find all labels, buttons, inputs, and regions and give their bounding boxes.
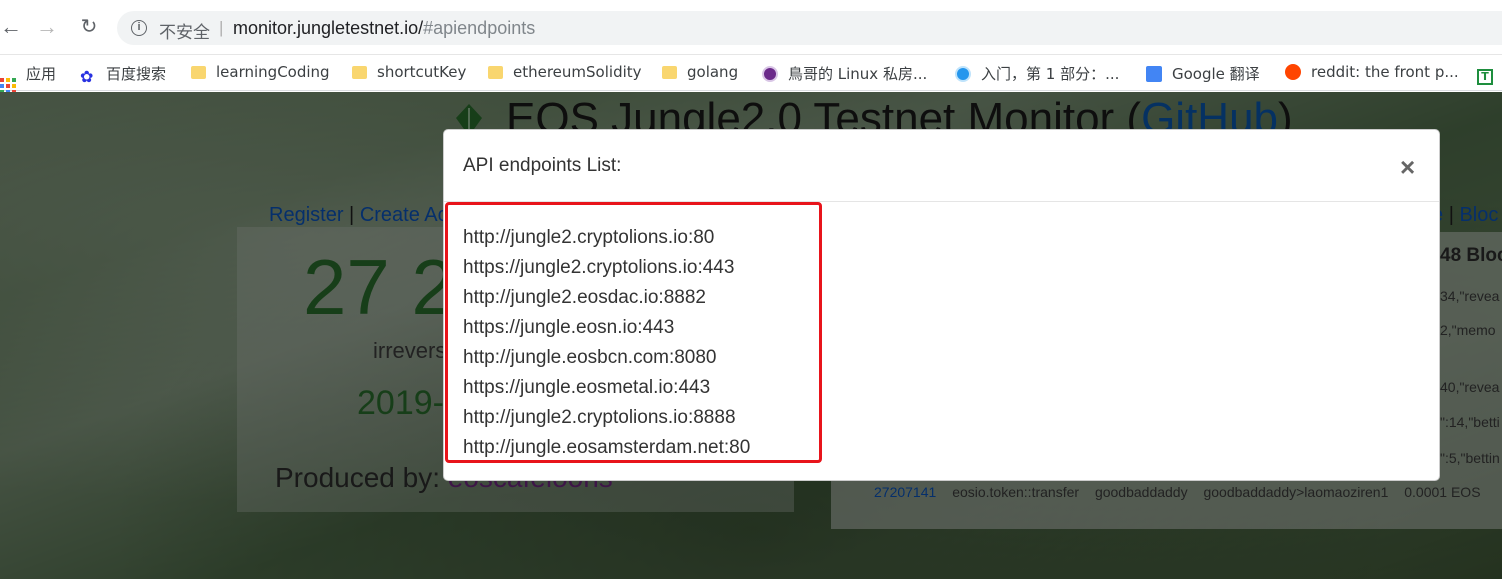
browser-toolbar: ← → ↻ i 不安全 | monitor.jungletestnet.io/#… [0, 0, 1502, 55]
info-icon[interactable]: i [131, 20, 147, 36]
bookmark-shortcutkey[interactable]: shortcutKey [352, 63, 466, 83]
linux-penguin-icon [762, 66, 778, 82]
bookmark-label: 应用 [26, 65, 57, 83]
bookmark-linux[interactable]: 鳥哥的 Linux 私房... [762, 63, 927, 83]
back-arrow-icon[interactable]: ← [0, 16, 22, 38]
url-text[interactable]: monitor.jungletestnet.io/#apiendpoints [233, 18, 535, 39]
bookmark-reddit[interactable]: reddit: the front p... [1285, 63, 1459, 83]
bookmarks-bar: 应用 ✿ 百度搜索 learningCoding shortcutKey ethe… [0, 55, 1502, 94]
bookmark-label: learningCoding [216, 63, 330, 81]
bookmark-ethereumsolidity[interactable]: ethereumSolidity [488, 63, 642, 83]
bookmark-docker[interactable]: 入门，第 1 部分：... [955, 63, 1119, 83]
bookmark-label: shortcutKey [377, 63, 467, 81]
url-host: monitor.jungletestnet.io/ [233, 18, 424, 38]
green-t-icon: T [1477, 69, 1493, 85]
folder-icon [662, 66, 677, 79]
folder-icon [488, 66, 503, 79]
modal-title: API endpoints List: [463, 155, 622, 176]
url-path: #apiendpoints [423, 18, 536, 38]
modal-header: API endpoints List: × [444, 130, 1439, 202]
address-bar[interactable]: i 不安全 | monitor.jungletestnet.io/#apiend… [117, 11, 1502, 45]
bookmark-label: 鳥哥的 Linux 私房... [788, 65, 928, 83]
reload-icon[interactable]: ↻ [78, 16, 100, 38]
bookmark-label: reddit: the front p... [1311, 63, 1459, 81]
bookmark-golang[interactable]: golang [662, 63, 738, 83]
google-translate-icon [1146, 66, 1162, 82]
bookmark-apps[interactable]: 应用 [0, 63, 57, 94]
bookmark-label: ethereumSolidity [513, 63, 642, 81]
folder-icon [352, 66, 367, 79]
folder-icon [191, 66, 206, 79]
bookmark-label: 百度搜索 [106, 65, 167, 83]
bookmark-learningcoding[interactable]: learningCoding [191, 63, 330, 83]
bookmark-google-translate[interactable]: Google 翻译 [1146, 63, 1260, 83]
forward-arrow-icon[interactable]: → [36, 16, 58, 38]
address-separator: | [219, 18, 224, 37]
baidu-paw-icon: ✿ [80, 67, 94, 86]
close-icon[interactable]: × [1400, 154, 1415, 180]
docker-icon [955, 66, 971, 82]
bookmark-baidu[interactable]: ✿ 百度搜索 [80, 63, 167, 86]
reddit-icon [1285, 64, 1301, 80]
security-label[interactable]: 不安全 [159, 18, 210, 43]
bookmark-extra[interactable]: T [1477, 63, 1502, 85]
bookmark-label: golang [687, 63, 739, 81]
bookmark-label: Google 翻译 [1172, 65, 1260, 83]
bookmark-label: 入门，第 1 部分：... [981, 65, 1120, 83]
red-highlight-annotation [445, 202, 822, 463]
